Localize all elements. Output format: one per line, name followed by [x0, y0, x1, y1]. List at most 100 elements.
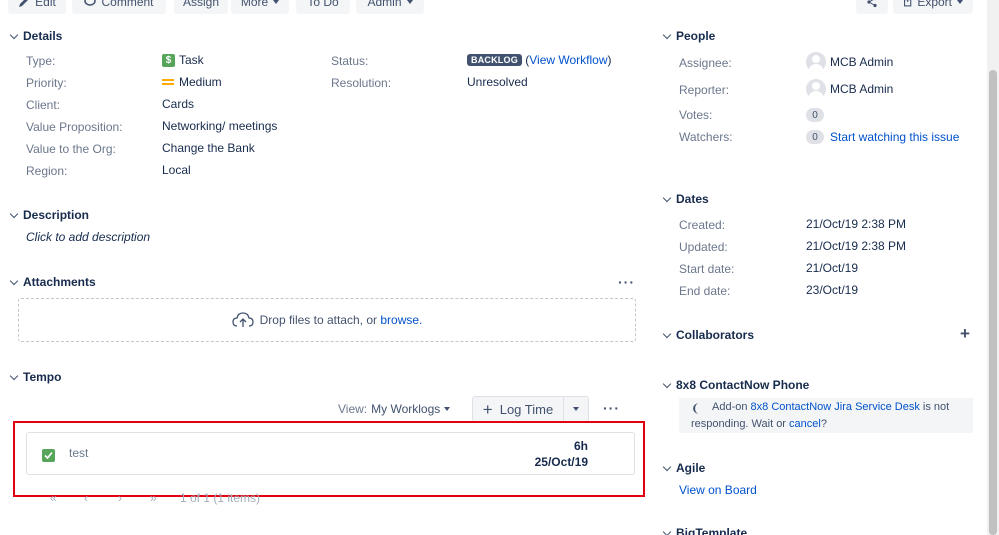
admin-button[interactable]: Admin	[356, 0, 424, 14]
attachments-more-icon[interactable]: ···	[618, 274, 635, 290]
pager-next-button[interactable]: ›	[118, 491, 150, 505]
status-badge[interactable]: BACKLOG	[467, 54, 522, 66]
browse-link[interactable]: browse.	[380, 313, 422, 327]
watchers-label: Watchers:	[679, 130, 733, 144]
phone-msg-end: ?	[820, 418, 827, 430]
more-label: More	[240, 0, 269, 9]
type-label: Type:	[26, 54, 56, 68]
tempo-toggle[interactable]: Tempo	[9, 370, 62, 384]
todo-button[interactable]: To Do	[296, 0, 350, 14]
worklog-name: test	[69, 446, 89, 460]
avatar	[806, 79, 826, 99]
votes-count[interactable]: 0	[806, 108, 824, 122]
assignee-value[interactable]: MCB Admin	[806, 52, 893, 72]
agile-toggle[interactable]: Agile	[662, 461, 706, 475]
chevron-down-icon	[573, 407, 579, 411]
chevron-down-icon	[662, 30, 672, 39]
dropzone-text: Drop files to attach, or	[259, 313, 381, 327]
log-time-label: Log Time	[499, 401, 554, 417]
chevron-down-icon	[662, 379, 672, 388]
pencil-icon	[19, 0, 29, 7]
reporter-label: Reporter:	[679, 83, 730, 97]
status-value: BACKLOG (View Workflow)	[467, 53, 612, 67]
end-date-label: End date:	[679, 284, 731, 298]
people-heading: People	[676, 29, 716, 43]
phone-icon: ❨	[691, 403, 701, 415]
chevron-down-icon	[9, 209, 19, 218]
value-to-org-label: Value to the Org:	[26, 142, 116, 156]
description-heading: Description	[23, 208, 90, 222]
agile-heading: Agile	[676, 461, 706, 475]
assign-label: Assign	[182, 0, 220, 9]
worklog-date: 25/Oct/19	[534, 455, 588, 469]
status-label: Status:	[331, 54, 369, 68]
log-time-dropdown[interactable]	[563, 396, 589, 422]
worklog-check-icon	[42, 449, 55, 462]
addon-link[interactable]: 8x8 ContactNow Jira Service Desk	[751, 401, 920, 413]
collaborators-toggle[interactable]: Collaborators	[662, 328, 755, 342]
updated-value: 21/Oct/19 2:38 PM	[806, 239, 907, 253]
start-date-value: 21/Oct/19	[806, 261, 859, 275]
collaborators-heading: Collaborators	[676, 328, 755, 342]
export-label: Export	[917, 0, 952, 9]
comment-icon	[84, 0, 97, 6]
worklog-view-select[interactable]: View: My Worklogs	[338, 402, 451, 416]
reporter-value[interactable]: MCB Admin	[806, 79, 893, 99]
view-value: My Worklogs	[371, 402, 441, 416]
view-label: View:	[338, 402, 368, 416]
add-collaborator-icon[interactable]: +	[960, 324, 970, 344]
worklog-card[interactable]: test 6h 25/Oct/19	[26, 432, 635, 475]
end-date-value: 23/Oct/19	[806, 283, 859, 297]
reporter-name: MCB Admin	[830, 82, 894, 96]
more-button[interactable]: More	[231, 0, 289, 14]
phone-toggle[interactable]: 8x8 ContactNow Phone	[662, 378, 809, 392]
start-watching-link[interactable]: Start watching this issue	[830, 130, 959, 144]
description-placeholder[interactable]: Click to add description	[26, 230, 150, 244]
log-time-button[interactable]: + Log Time	[472, 396, 563, 422]
priority-value: Medium	[162, 75, 222, 89]
task-icon: $	[162, 53, 175, 67]
comment-button[interactable]: Comment	[72, 0, 166, 14]
scrollbar-track[interactable]	[987, 0, 999, 535]
created-label: Created:	[679, 218, 726, 232]
share-button[interactable]	[856, 0, 888, 14]
admin-label: Admin	[367, 0, 402, 9]
created-value: 21/Oct/19 2:38 PM	[806, 217, 907, 231]
chevron-down-icon	[957, 0, 963, 4]
bigtemplate-toggle[interactable]: BigTemplate	[662, 526, 748, 535]
edit-button[interactable]: Edit	[8, 0, 66, 14]
attachment-dropzone[interactable]: Drop files to attach, or browse.	[18, 298, 636, 342]
chevron-down-icon	[9, 371, 19, 380]
details-toggle[interactable]: Details	[9, 29, 62, 43]
scrollbar-thumb[interactable]	[989, 70, 997, 535]
comment-label: Comment	[101, 0, 154, 9]
view-on-board-link[interactable]: View on Board	[679, 483, 757, 497]
people-toggle[interactable]: People	[662, 29, 716, 43]
assign-button[interactable]: Assign	[174, 0, 228, 14]
pager-last-button[interactable]: »	[150, 491, 180, 505]
attachments-heading: Attachments	[23, 275, 96, 289]
updated-label: Updated:	[679, 240, 728, 254]
worklog-hours: 6h	[573, 439, 588, 453]
pager-first-button[interactable]: «	[50, 491, 84, 505]
view-workflow-link[interactable]: View Workflow	[529, 53, 607, 67]
assignee-label: Assignee:	[679, 56, 732, 70]
priority-text: Medium	[179, 75, 222, 89]
pager-prev-button[interactable]: ‹	[84, 491, 118, 505]
description-toggle[interactable]: Description	[9, 208, 90, 222]
chevron-down-icon	[406, 0, 413, 4]
export-button[interactable]: Export	[893, 0, 973, 14]
dates-toggle[interactable]: Dates	[662, 192, 709, 206]
watchers-count[interactable]: 0	[806, 130, 824, 144]
tempo-more-icon[interactable]: ···	[603, 400, 620, 416]
tempo-heading: Tempo	[23, 370, 62, 384]
client-label: Client:	[26, 98, 61, 112]
attachments-toggle[interactable]: Attachments	[9, 275, 96, 289]
start-date-label: Start date:	[679, 262, 735, 276]
cancel-link[interactable]: cancel	[789, 418, 821, 430]
chevron-down-icon	[662, 329, 672, 338]
priority-label: Priority:	[26, 76, 67, 90]
votes-label: Votes:	[679, 108, 713, 122]
bigtemplate-heading: BigTemplate	[676, 526, 748, 535]
share-icon	[867, 0, 877, 8]
